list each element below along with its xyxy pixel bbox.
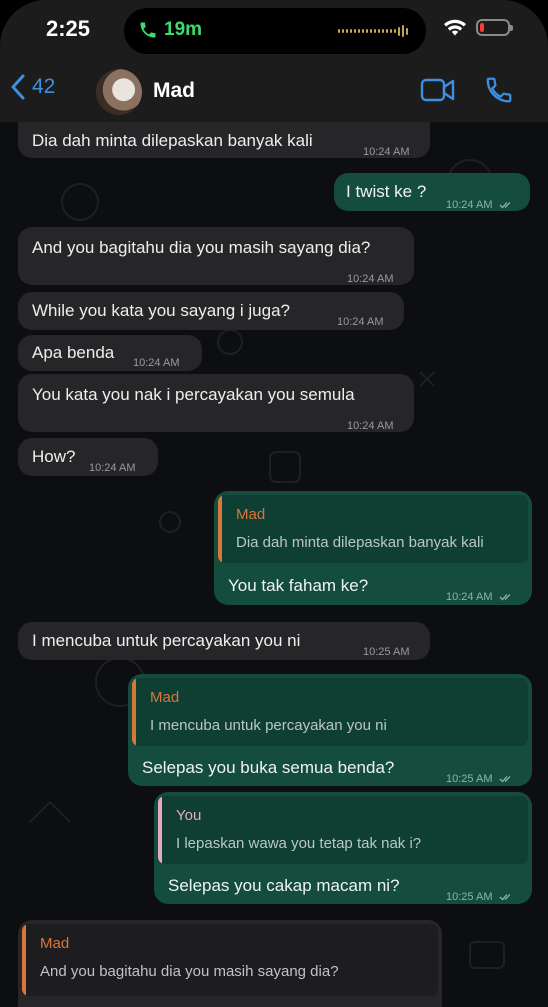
quoted-message[interactable]: Mad I mencuba untuk percayakan you ni: [132, 678, 528, 746]
call-duration: 19m: [164, 19, 203, 40]
audio-waveform-icon: [338, 25, 408, 37]
message-time: 10:24 AM: [133, 357, 180, 369]
dynamic-island[interactable]: 19m: [124, 8, 426, 54]
phone-screen: 2:25 19m 42 Mad Dia dah minta dilepaskan…: [0, 0, 548, 1007]
quoted-sender: You: [176, 807, 202, 824]
read-receipt-icon: [499, 776, 511, 783]
message-time: 10:25 AM: [446, 891, 493, 903]
message-text: Dia dah minta dilepaskan banyak kali: [32, 131, 313, 150]
quoted-text: I mencuba untuk percayakan you ni: [150, 717, 387, 734]
read-receipt-icon: [499, 202, 511, 209]
message-bubble-incoming-reply[interactable]: Mad And you bagitahu dia you masih sayan…: [18, 920, 442, 1007]
ongoing-call-indicator[interactable]: 19m: [138, 19, 202, 41]
message-time: 10:25 AM: [446, 773, 493, 785]
read-receipt-icon: [499, 894, 511, 901]
message-time: 10:24 AM: [89, 462, 136, 474]
message-bubble-outgoing-reply[interactable]: Mad Dia dah minta dilepaskan banyak kali…: [214, 491, 532, 605]
video-call-icon[interactable]: [420, 75, 456, 105]
chevron-left-icon: [11, 74, 25, 100]
message-status: 10:25 AM: [446, 886, 513, 908]
message-bubble-outgoing-reply[interactable]: You I lepaskan wawa you tetap tak nak i?…: [154, 792, 532, 904]
message-time: 10:24 AM: [446, 591, 493, 603]
message-bubble-incoming[interactable]: Dia dah minta dilepaskan banyak kali 10:…: [18, 122, 430, 158]
message-bubble-incoming[interactable]: How? 10:24 AM: [18, 438, 158, 476]
message-bubble-outgoing-reply[interactable]: Mad I mencuba untuk percayakan you ni Se…: [128, 674, 532, 786]
wifi-icon: [444, 19, 466, 36]
message-status: 10:24 AM: [446, 194, 513, 216]
read-receipt-icon: [499, 594, 511, 601]
message-text: And you bagitahu dia you masih sayang di…: [32, 238, 371, 257]
message-bubble-incoming[interactable]: And you bagitahu dia you masih sayang di…: [18, 227, 414, 285]
battery-icon: [476, 19, 513, 36]
message-status: 10:24 AM: [446, 586, 513, 608]
message-text: You tak faham ke?: [228, 576, 369, 595]
avatar[interactable]: [96, 69, 142, 115]
chat-area[interactable]: Dia dah minta dilepaskan banyak kali 10:…: [0, 122, 548, 1007]
message-time: 10:24 AM: [347, 273, 394, 285]
message-bubble-incoming[interactable]: I mencuba untuk percayakan you ni 10:25 …: [18, 622, 430, 660]
message-bubble-incoming[interactable]: You kata you nak i percayakan you semula…: [18, 374, 414, 432]
message-text: I twist ke ?: [346, 182, 427, 201]
message-text: How?: [32, 447, 76, 466]
status-time: 2:25: [46, 16, 91, 41]
voice-call-icon[interactable]: [484, 75, 514, 105]
message-time: 10:25 AM: [363, 646, 410, 658]
message-text: Apa benda: [32, 343, 115, 362]
message-bubble-incoming[interactable]: While you kata you sayang i juga? 10:24 …: [18, 292, 404, 330]
message-text: Selepas you cakap macam ni?: [168, 876, 400, 895]
status-bar: 2:25 19m: [0, 0, 548, 60]
message-time: 10:24 AM: [337, 316, 384, 328]
quoted-message[interactable]: You I lepaskan wawa you tetap tak nak i?: [158, 796, 528, 864]
message-time: 10:24 AM: [446, 199, 493, 211]
quoted-sender: Mad: [40, 935, 70, 952]
contact-name[interactable]: Mad: [153, 79, 195, 103]
quoted-sender: Mad: [236, 506, 266, 523]
quoted-message[interactable]: Mad Dia dah minta dilepaskan banyak kali: [218, 495, 528, 563]
message-text: While you kata you sayang i juga?: [32, 301, 290, 320]
quoted-text: Dia dah minta dilepaskan banyak kali: [236, 534, 484, 551]
quoted-message[interactable]: Mad And you bagitahu dia you masih sayan…: [22, 924, 438, 996]
message-bubble-incoming[interactable]: Apa benda 10:24 AM: [18, 335, 202, 371]
message-text: You kata you nak i percayakan you semula: [32, 385, 355, 404]
message-time: 10:24 AM: [347, 420, 394, 432]
message-time: 10:24 AM: [363, 146, 410, 158]
unread-count: 42: [32, 75, 56, 98]
quoted-text: And you bagitahu dia you masih sayang di…: [40, 963, 339, 980]
message-bubble-outgoing[interactable]: I twist ke ? 10:24 AM: [334, 173, 530, 211]
message-text: Selepas you buka semua benda?: [142, 758, 395, 777]
message-status: 10:25 AM: [446, 768, 513, 790]
message-text: I mencuba untuk percayakan you ni: [32, 631, 301, 650]
quoted-sender: Mad: [150, 689, 180, 706]
chat-header: 42 Mad: [0, 60, 548, 123]
back-button[interactable]: 42: [10, 74, 55, 100]
quoted-text: I lepaskan wawa you tetap tak nak i?: [176, 835, 422, 852]
phone-icon: [140, 22, 156, 38]
